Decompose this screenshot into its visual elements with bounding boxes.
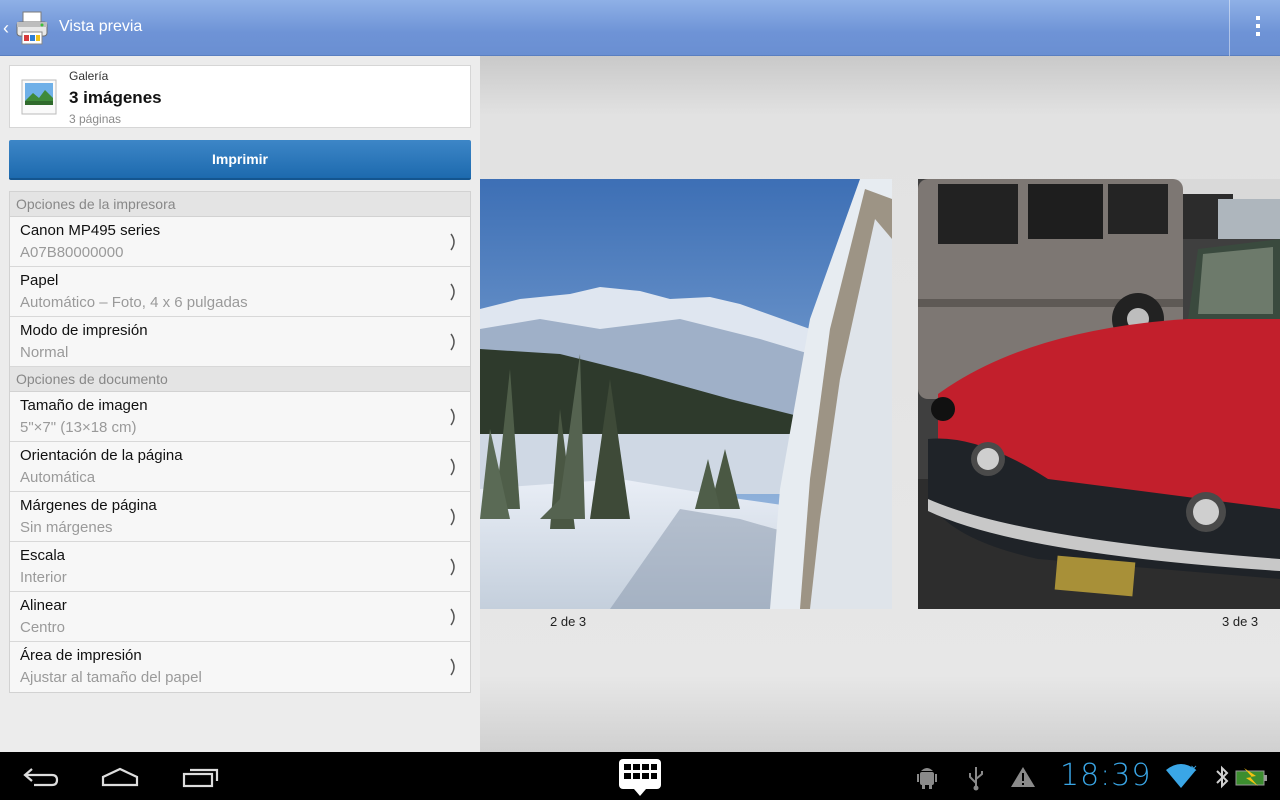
- warning-icon: [1011, 767, 1035, 787]
- android-debug-icon: [917, 768, 937, 789]
- overflow-menu-icon[interactable]: [1254, 16, 1262, 40]
- setting-label: Escala: [20, 547, 66, 564]
- setting-value: Automático – Foto, 4 x 6 pulgadas: [20, 294, 248, 311]
- usb-icon: [969, 767, 983, 791]
- setting-value: Centro: [20, 619, 66, 636]
- setting-row-image-size[interactable]: Tamaño de imagen 5"×7" (13×18 cm): [10, 392, 470, 442]
- print-button[interactable]: Imprimir: [9, 140, 471, 180]
- action-bar-divider: [1229, 0, 1230, 56]
- action-bar: ‹ Vista previa: [0, 0, 1280, 56]
- setting-row-printer[interactable]: Canon MP495 series A07B80000000: [10, 217, 470, 267]
- setting-row-print-mode[interactable]: Modo de impresión Normal: [10, 317, 470, 367]
- chevron-right-icon: [450, 333, 455, 351]
- wifi-icon: ×: [1166, 764, 1198, 788]
- setting-value: A07B80000000: [20, 244, 124, 261]
- back-icon[interactable]: [22, 766, 60, 788]
- setting-row-paper[interactable]: Papel Automático – Foto, 4 x 6 pulgadas: [10, 267, 470, 317]
- setting-value: 5"×7" (13×18 cm): [20, 419, 137, 436]
- source-summary-card[interactable]: Galería 3 imágenes 3 páginas: [9, 65, 471, 128]
- setting-row-print-area[interactable]: Área de impresión Ajustar al tamaño del …: [10, 642, 470, 692]
- setting-value: Normal: [20, 344, 69, 361]
- setting-label: Márgenes de página: [20, 497, 157, 514]
- chevron-right-icon: [450, 408, 455, 426]
- setting-row-align[interactable]: Alinear Centro: [10, 592, 470, 642]
- red-car-photo[interactable]: [918, 179, 1280, 609]
- chevron-right-icon: [450, 233, 455, 251]
- chevron-left-icon[interactable]: ‹: [3, 18, 9, 39]
- winter-landscape-photo[interactable]: [480, 179, 892, 609]
- settings-panel: Galería 3 imágenes 3 páginas Imprimir Op…: [0, 56, 480, 752]
- keyboard-icon[interactable]: [618, 758, 662, 798]
- bluetooth-icon: [1216, 765, 1229, 789]
- setting-row-margins[interactable]: Márgenes de página Sin márgenes: [10, 492, 470, 542]
- chevron-right-icon: [450, 558, 455, 576]
- setting-label: Papel: [20, 272, 59, 289]
- setting-label: Área de impresión: [20, 647, 142, 664]
- chevron-right-icon: [450, 608, 455, 626]
- system-bar: 18:39 ×: [0, 752, 1280, 800]
- setting-label: Tamaño de imagen: [20, 397, 148, 414]
- battery-icon: [1235, 768, 1267, 786]
- chevron-right-icon: [450, 458, 455, 476]
- preview-pager[interactable]: 2 de 3 3 de 3: [480, 56, 1280, 752]
- setting-label: Alinear: [20, 597, 67, 614]
- setting-label: Modo de impresión: [20, 322, 148, 339]
- setting-value: Automática: [20, 469, 96, 486]
- document-options-header: Opciones de documento: [10, 367, 470, 392]
- setting-value: Sin márgenes: [20, 519, 113, 536]
- clock[interactable]: 18:39: [1060, 758, 1151, 793]
- chevron-right-icon: [450, 283, 455, 301]
- setting-label: Orientación de la página: [20, 447, 183, 464]
- page-title: Vista previa: [59, 18, 143, 35]
- page-indicator: 2 de 3: [550, 614, 587, 629]
- home-icon[interactable]: [100, 766, 140, 788]
- setting-value: Interior: [20, 569, 67, 586]
- printer-options-header: Opciones de la impresora: [10, 192, 470, 217]
- recent-apps-icon[interactable]: [182, 766, 220, 788]
- setting-label: Canon MP495 series: [20, 222, 161, 239]
- setting-value: Ajustar al tamaño del papel: [20, 669, 202, 686]
- source-page-count: 3 páginas: [69, 112, 122, 126]
- printer-app-icon[interactable]: [14, 10, 50, 46]
- svg-text:×: ×: [1190, 764, 1198, 774]
- setting-row-orientation[interactable]: Orientación de la página Automática: [10, 442, 470, 492]
- setting-row-scale[interactable]: Escala Interior: [10, 542, 470, 592]
- print-preview-screen: ‹ Vista previa Galería 3 imágenes 3 pági…: [0, 0, 1280, 800]
- gallery-image-icon: [21, 79, 57, 115]
- page-indicator: 3 de 3: [1222, 614, 1259, 629]
- chevron-right-icon: [450, 658, 455, 676]
- chevron-right-icon: [450, 508, 455, 526]
- settings-list: Opciones de la impresora Canon MP495 ser…: [9, 191, 471, 693]
- source-caption: Galería: [69, 69, 109, 83]
- source-title: 3 imágenes: [69, 88, 162, 107]
